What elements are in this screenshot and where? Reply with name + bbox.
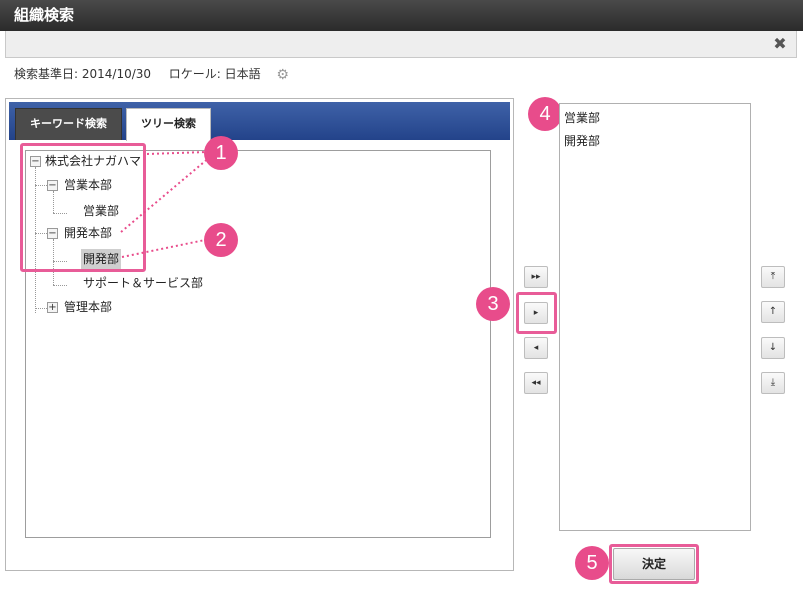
- tree-node-support-dept[interactable]: サポート＆サービス部: [83, 273, 203, 293]
- close-icon[interactable]: ✖: [768, 33, 792, 55]
- tree-line: [35, 308, 47, 309]
- callout-2: 2: [204, 223, 238, 257]
- move-top-button[interactable]: ⤒: [761, 266, 785, 288]
- callout-3: 3: [476, 287, 510, 321]
- callout-5: 5: [575, 546, 609, 580]
- info-bar: 検索基準日: 2014/10/30 ロケール: 日本語 ⚙: [5, 58, 797, 90]
- toolbar: ✖: [5, 31, 797, 58]
- window-title: 組織検索: [0, 0, 803, 31]
- tab-bar: キーワード検索 ツリー検索: [9, 102, 510, 141]
- base-date-value: 2014/10/30: [81, 67, 152, 81]
- highlight-box: [20, 143, 146, 272]
- confirm-button[interactable]: 決定: [613, 548, 695, 580]
- expand-icon[interactable]: +: [47, 302, 58, 313]
- selected-list[interactable]: 営業部 開発部: [559, 103, 751, 531]
- add-button[interactable]: ▸: [524, 302, 548, 324]
- base-date-label: 検索基準日:: [14, 67, 79, 81]
- tab-keyword-search[interactable]: キーワード検索: [15, 108, 122, 140]
- remove-button[interactable]: ◂: [524, 337, 548, 359]
- remove-all-button[interactable]: ◂◂: [524, 372, 548, 394]
- callout-4: 4: [528, 97, 562, 131]
- move-bottom-button[interactable]: ⤓: [761, 372, 785, 394]
- locale-label: ロケール:: [168, 67, 221, 81]
- add-all-button[interactable]: ▸▸: [524, 266, 548, 288]
- move-down-button[interactable]: ↓: [761, 337, 785, 359]
- callout-1: 1: [204, 136, 238, 170]
- list-item[interactable]: 開発部: [560, 130, 750, 153]
- list-item[interactable]: 営業部: [560, 107, 750, 130]
- tree-line: [53, 285, 67, 286]
- tree-node-admin-hq[interactable]: 管理本部: [64, 297, 112, 317]
- move-up-button[interactable]: ↑: [761, 301, 785, 323]
- locale-value: 日本語: [224, 67, 261, 81]
- tab-tree-search[interactable]: ツリー検索: [126, 108, 211, 141]
- gear-icon[interactable]: ⚙: [276, 59, 289, 91]
